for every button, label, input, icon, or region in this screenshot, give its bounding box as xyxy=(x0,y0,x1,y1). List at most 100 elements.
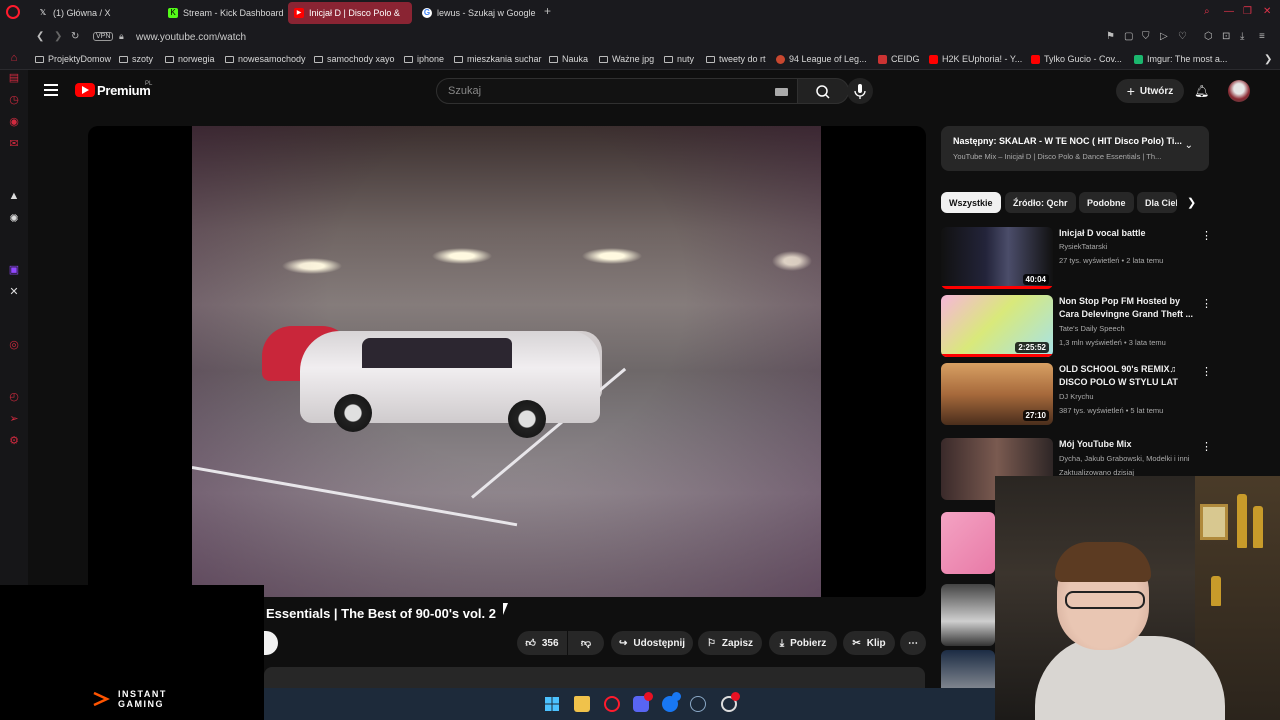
chip-all[interactable]: Wszystkie xyxy=(941,192,1001,213)
bookmark-site[interactable]: Imgur: The most a... xyxy=(1134,54,1227,64)
search-input[interactable] xyxy=(448,85,768,97)
windows-start-icon[interactable] xyxy=(544,696,560,712)
recommendation-title[interactable]: Non Stop Pop FM Hosted by Cara Delevingn… xyxy=(1059,295,1194,321)
send-icon[interactable]: ➢ xyxy=(8,412,20,425)
create-button[interactable]: + Utwórz xyxy=(1116,79,1184,103)
voice-search-button[interactable] xyxy=(847,78,873,104)
chip-for-you[interactable]: Dla Ciebie xyxy=(1137,192,1177,213)
recommendation-title[interactable]: OLD SCHOOL 90's REMIX♫ DISCO POLO W STYL… xyxy=(1059,363,1194,389)
bookmark-folder[interactable]: nowesamochody xyxy=(225,54,306,64)
x-icon[interactable]: ✕ xyxy=(8,285,20,298)
url-field[interactable]: www.youtube.com/watch xyxy=(136,32,246,43)
more-vert-icon[interactable]: ⋮ xyxy=(1201,297,1212,310)
file-explorer-icon[interactable] xyxy=(574,696,590,712)
more-vert-icon[interactable]: ⋮ xyxy=(1201,440,1212,453)
recommendation-item[interactable]: 27:10 OLD SCHOOL 90's REMIX♫ DISCO POLO … xyxy=(941,363,1212,427)
recommendation-item[interactable] xyxy=(941,512,995,576)
account-avatar[interactable] xyxy=(1228,80,1250,102)
more-vert-icon[interactable]: ⋮ xyxy=(1201,365,1212,378)
channel-name[interactable]: RysiekTatarski xyxy=(1059,242,1194,251)
steam-icon[interactable] xyxy=(690,696,706,712)
chip-related[interactable]: Podobne xyxy=(1079,192,1134,213)
like-button[interactable]: 👍︎ 356 xyxy=(517,631,567,655)
home-icon[interactable]: ⌂ xyxy=(8,52,20,64)
minimize-icon[interactable]: — xyxy=(1224,6,1234,17)
mail-icon[interactable]: ✉ xyxy=(8,137,20,150)
recommendation-item[interactable] xyxy=(941,584,995,648)
more-actions-button[interactable]: ⋯ xyxy=(900,631,926,655)
search-button[interactable] xyxy=(797,78,849,104)
bookmark-folder[interactable]: nuty xyxy=(664,54,694,64)
share-button[interactable]: ↪ Udostępnij xyxy=(611,631,693,655)
download-button[interactable]: ⤓ Pobierz xyxy=(769,631,837,655)
bookmark-folder[interactable]: samochody xayo xyxy=(314,54,395,64)
youtube-logo-icon[interactable] xyxy=(75,83,95,97)
channel-name[interactable]: Tate's Daily Speech xyxy=(1059,324,1194,333)
snapshot-icon[interactable]: ▢ xyxy=(1124,31,1133,42)
clip-button[interactable]: ✂ Klip xyxy=(843,631,895,655)
twitch-icon[interactable]: ▣ xyxy=(8,263,20,276)
maximize-icon[interactable]: ❐ xyxy=(1243,6,1252,17)
aria-icon[interactable]: ▲ xyxy=(8,190,20,202)
more-bookmarks-icon[interactable]: ❯ xyxy=(1264,54,1272,65)
bookmark-folder[interactable]: mieszkania suchar xyxy=(454,54,542,64)
bookmark-folder[interactable]: ProjektyDomow xyxy=(35,54,111,64)
shield-icon[interactable]: ⛉ xyxy=(1142,31,1150,42)
bookmark-folder[interactable]: Nauka xyxy=(549,54,588,64)
recommendation-item[interactable]: 2:25:52 Non Stop Pop FM Hosted by Cara D… xyxy=(941,295,1212,359)
vpn-badge[interactable]: VPN xyxy=(93,32,114,41)
hamburger-menu-icon[interactable] xyxy=(44,84,58,96)
recommendation-item[interactable]: 40:04 Inicjał D vocal battle RysiekTatar… xyxy=(941,227,1212,291)
video-thumbnail[interactable] xyxy=(941,584,995,646)
bookmark-folder[interactable]: Ważne jpg xyxy=(599,54,654,64)
chevron-right-icon[interactable]: ❯ xyxy=(1187,196,1196,209)
bookmark-folder[interactable]: tweety do rt xyxy=(706,54,766,64)
tab-youtube-active[interactable]: ▶ Inicjał D | Disco Polo & xyxy=(288,2,412,24)
save-button[interactable]: ⚐ Zapisz xyxy=(698,631,762,655)
channel-name[interactable]: Dycha, Jakub Grabowski, Modelki i inni xyxy=(1059,454,1194,463)
chatgpt-icon[interactable]: ✺ xyxy=(8,212,20,225)
up-next-panel[interactable]: Następny: SKALAR - W TE NOC ( HIT Disco … xyxy=(941,126,1209,171)
notifications-bell-icon[interactable]: 🔔︎ xyxy=(1194,84,1209,98)
history-icon[interactable]: ◷ xyxy=(8,93,20,106)
menu-icon[interactable]: ≡ xyxy=(1259,31,1265,42)
download-icon[interactable]: ⤓ xyxy=(1240,31,1244,42)
dislike-button[interactable]: 👎︎ xyxy=(568,631,604,655)
news-icon[interactable]: ▤ xyxy=(8,71,20,84)
recommendation-title[interactable]: Inicjał D vocal battle xyxy=(1059,227,1194,240)
channel-name[interactable]: DJ Krychu xyxy=(1059,392,1194,401)
tab-kick[interactable]: K Stream - Kick Dashboard xyxy=(162,2,284,24)
video-thumbnail[interactable]: 2:25:52 xyxy=(941,295,1053,357)
bookmark-folder[interactable]: norwegia xyxy=(165,54,215,64)
bookmark-folder[interactable]: iphone xyxy=(404,54,444,64)
settings-icon[interactable]: ⚙ xyxy=(8,434,20,447)
close-icon[interactable]: ✕ xyxy=(1263,6,1271,17)
bookmark-site[interactable]: CEIDG xyxy=(878,54,920,64)
more-vert-icon[interactable]: ⋮ xyxy=(1201,229,1212,242)
bookmark-site[interactable]: Tylko Gucio - Cov... xyxy=(1031,54,1122,64)
video-thumbnail[interactable] xyxy=(941,512,995,574)
chevron-down-icon[interactable]: ⌄ xyxy=(1185,140,1193,151)
recommendation-title[interactable]: Mój YouTube Mix xyxy=(1059,438,1194,451)
forward-icon[interactable]: ❯ xyxy=(54,31,62,42)
messenger-icon[interactable]: ◉ xyxy=(8,115,20,128)
tab-x[interactable]: 𝕏 (1) Główna / X xyxy=(32,2,156,24)
clock-icon[interactable]: ◴ xyxy=(8,390,20,403)
subscribe-button[interactable] xyxy=(262,631,278,655)
extensions-icon[interactable]: ⬡ xyxy=(1204,31,1213,42)
youtube-premium-logo[interactable]: Premium xyxy=(97,83,151,98)
reload-icon[interactable]: ↻ xyxy=(71,31,79,42)
new-tab-button[interactable]: + xyxy=(544,4,551,18)
tab-google[interactable]: G lewus - Szukaj w Google xyxy=(416,2,540,24)
heart-icon[interactable]: ♡ xyxy=(1178,31,1187,42)
back-icon[interactable]: ❮ xyxy=(36,31,44,42)
player-icon[interactable]: ◎ xyxy=(8,338,20,351)
search-tabs-icon[interactable]: ⌕ xyxy=(1204,6,1210,17)
video-player[interactable] xyxy=(88,126,926,597)
wallet-icon[interactable]: ⊡ xyxy=(1222,31,1230,42)
opera-logo-icon[interactable] xyxy=(6,5,20,19)
bookmark-site[interactable]: 94 League of Leg... xyxy=(776,54,867,64)
bookmark-icon[interactable]: ⚑ xyxy=(1106,31,1115,42)
video-thumbnail[interactable]: 27:10 xyxy=(941,363,1053,425)
bookmark-site[interactable]: H2K EUphoria! - Y... xyxy=(929,54,1022,64)
